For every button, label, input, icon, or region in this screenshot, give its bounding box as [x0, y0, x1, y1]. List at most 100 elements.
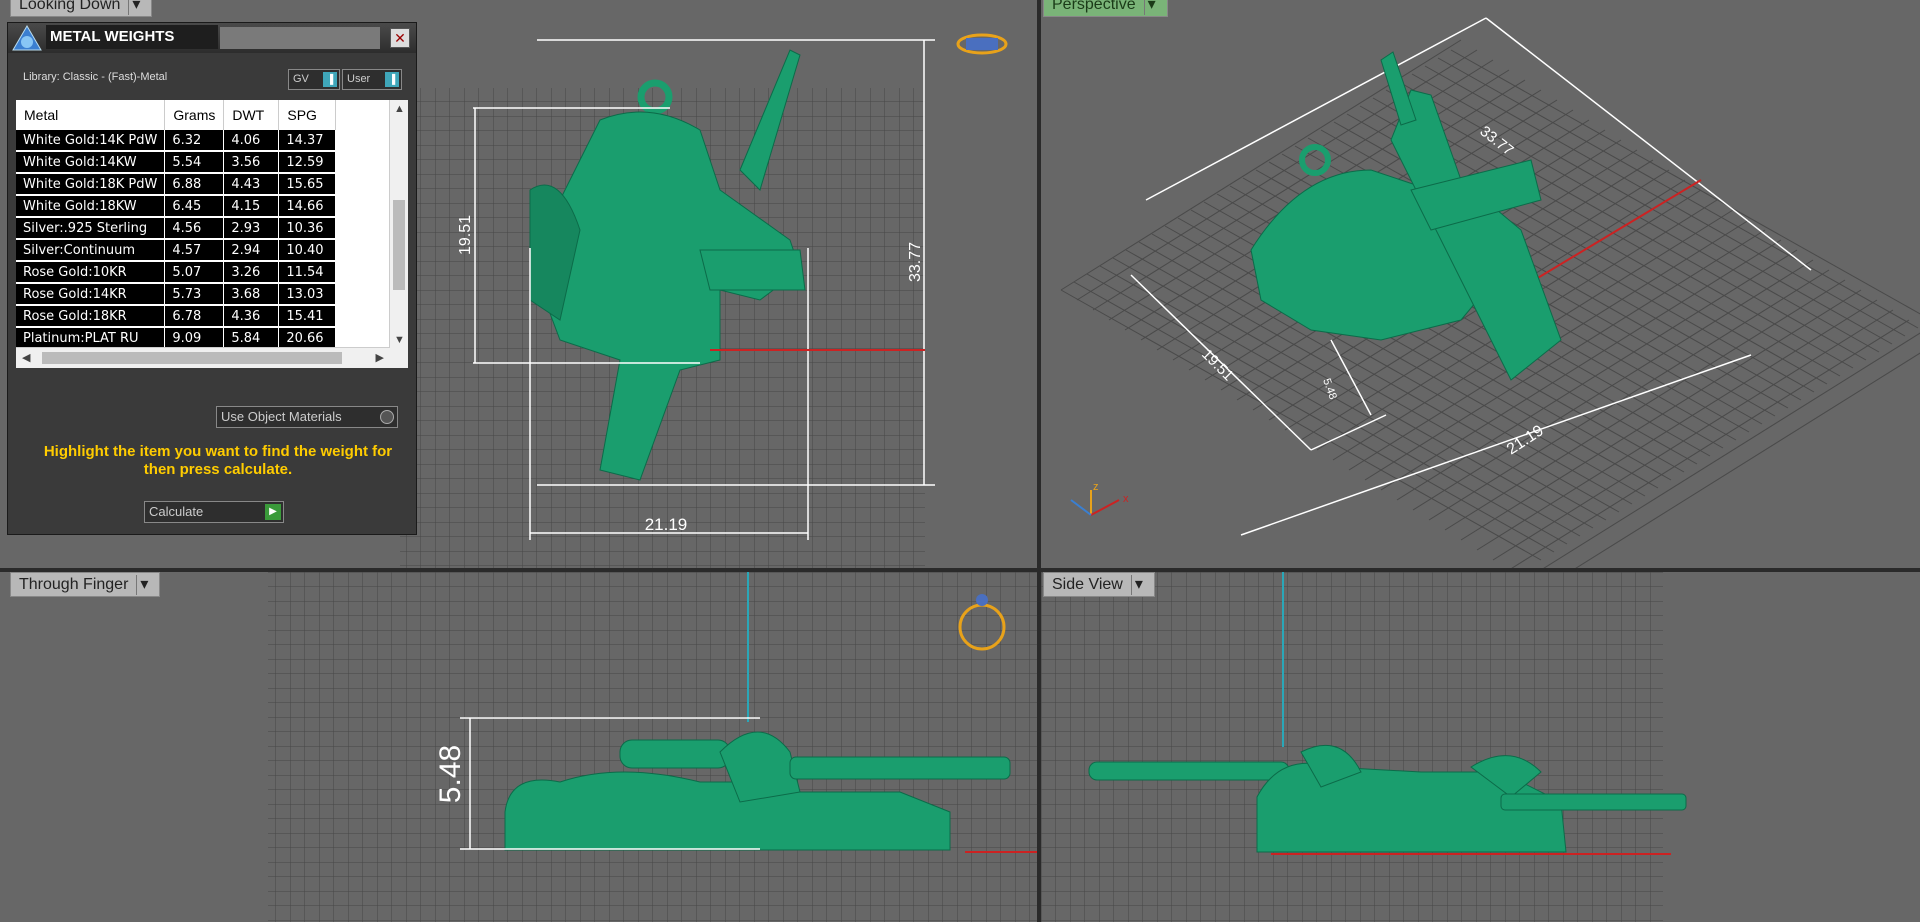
vertical-scrollbar[interactable]: ▲ ▼: [389, 100, 408, 368]
table-cell: 9.09: [164, 327, 225, 350]
viewport-label-side-view[interactable]: Side View ▾: [1043, 572, 1155, 597]
title-fill: [220, 27, 380, 49]
app-logo-icon: [12, 25, 42, 51]
table-cell: Silver:Continuum: [16, 239, 166, 262]
viewport-through-finger[interactable]: 5.48 Through Finger ▾: [0, 572, 1037, 922]
table-cell: 20.66: [278, 327, 337, 350]
table-cell: Rose Gold:14KR: [16, 283, 166, 306]
dim-depth-through-finger: 5.48: [434, 745, 467, 803]
table-cell: White Gold:18KW: [16, 195, 166, 218]
scroll-left-icon[interactable]: ◀: [22, 351, 30, 364]
table-cell: 3.56: [223, 151, 280, 174]
table-cell: Silver:.925 Sterling: [16, 217, 166, 240]
table-cell: 12.59: [278, 151, 337, 174]
svg-text:z: z: [1093, 481, 1099, 493]
svg-text:x: x: [1123, 493, 1129, 505]
chevron-down-icon[interactable]: ▾: [1143, 0, 1159, 15]
table-cell: 3.68: [223, 283, 280, 306]
view-cube-icon[interactable]: [956, 33, 1008, 55]
column-header-spg[interactable]: SPG: [278, 100, 337, 130]
table-row[interactable]: White Gold:18KW 6.45 4.15 14.66: [16, 195, 337, 218]
table-cell: 5.84: [223, 327, 280, 350]
table-cell: White Gold:14K PdW: [16, 130, 166, 152]
viewport-side-view[interactable]: Side View ▾: [1041, 572, 1920, 922]
dim-height-top: 33.77: [907, 242, 924, 282]
table-row[interactable]: Rose Gold:14KR 5.73 3.68 13.03: [16, 283, 337, 306]
table-row[interactable]: Rose Gold:10KR 5.07 3.26 11.54: [16, 261, 337, 284]
table-cell: 10.36: [278, 217, 337, 240]
viewport-label-perspective[interactable]: Perspective ▾: [1043, 0, 1168, 17]
grid-side-view: [1041, 572, 1687, 922]
table-cell: Rose Gold:10KR: [16, 261, 166, 284]
dim-depth-perspective: 5.48: [1320, 377, 1339, 401]
viewport-perspective[interactable]: 33.77 19.51 21.19 5.48 z x Perspective ▾: [1041, 0, 1920, 568]
table-cell: 5.07: [164, 261, 225, 284]
chevron-down-icon[interactable]: ▾: [136, 574, 151, 595]
table-cell: 4.56: [164, 217, 225, 240]
panel-title-bar[interactable]: METAL WEIGHTS ✕: [8, 23, 416, 53]
table-row[interactable]: White Gold:14KW 5.54 3.56 12.59: [16, 151, 337, 174]
table-cell: 11.54: [278, 261, 337, 284]
table-cell: 15.41: [278, 305, 337, 328]
dim-body-height-top: 19.51: [457, 215, 474, 255]
use-object-materials-label: Use Object Materials: [221, 409, 342, 424]
calculate-button[interactable]: Calculate ▶: [144, 501, 284, 523]
dim-height-perspective: 33.77: [1477, 123, 1517, 160]
viewport-label-text: Perspective: [1052, 0, 1136, 13]
table-cell: White Gold:14KW: [16, 151, 166, 174]
table-cell: 6.88: [164, 173, 225, 196]
play-icon: ▶: [265, 504, 281, 520]
table-cell: 14.66: [278, 195, 337, 218]
viewport-label-looking-down[interactable]: Looking Down ▾: [10, 0, 153, 17]
gv-toggle[interactable]: GV ▐: [288, 69, 340, 90]
user-toggle[interactable]: User ▐: [342, 69, 402, 90]
table-cell: 4.36: [223, 305, 280, 328]
horizontal-scrollbar[interactable]: ◀ ▶: [16, 347, 390, 368]
table-cell: 15.65: [278, 173, 337, 196]
library-label: Library: Classic - (Fast)-Metal: [23, 71, 168, 83]
table-cell: 4.15: [223, 195, 280, 218]
table-cell: 3.26: [223, 261, 280, 284]
metal-weights-panel: METAL WEIGHTS ✕ Library: Classic - (Fast…: [7, 22, 417, 535]
table-cell: White Gold:18K PdW: [16, 173, 166, 196]
viewport-label-through-finger[interactable]: Through Finger ▾: [10, 572, 161, 597]
table-row[interactable]: Silver:.925 Sterling 4.56 2.93 10.36: [16, 217, 337, 240]
table-cell: 10.40: [278, 239, 337, 262]
scroll-up-icon[interactable]: ▲: [394, 103, 405, 115]
table-row[interactable]: Silver:Continuum 4.57 2.94 10.40: [16, 239, 337, 262]
table-cell: 14.37: [278, 130, 337, 152]
table-cell: 13.03: [278, 283, 337, 306]
instruction-text: Highlight the item you want to find the …: [43, 443, 393, 478]
column-header-metal[interactable]: Metal: [16, 100, 166, 130]
table-header-row: Metal Grams DWT SPG: [16, 100, 337, 130]
table-row[interactable]: Platinum:PLAT RU 9.09 5.84 20.66: [16, 327, 337, 350]
table-row[interactable]: Rose Gold:18KR 6.78 4.36 15.41: [16, 305, 337, 328]
table-row[interactable]: White Gold:14K PdW 6.32 4.06 14.37: [16, 130, 337, 152]
table-cell: 6.45: [164, 195, 225, 218]
table-cell: 5.73: [164, 283, 225, 306]
user-toggle-label: User: [347, 73, 371, 85]
metal-table: Metal Grams DWT SPG White Gold:14K PdW 6.32 4…: [16, 100, 408, 368]
scroll-down-icon[interactable]: ▼: [394, 334, 405, 346]
grid-through-finger: 5.48: [268, 572, 1037, 922]
scroll-right-icon[interactable]: ▶: [376, 351, 384, 364]
chevron-down-icon[interactable]: ▾: [128, 0, 143, 15]
table-cell: Rose Gold:18KR: [16, 305, 166, 328]
column-header-grams[interactable]: Grams: [164, 100, 225, 130]
radio-icon[interactable]: [380, 410, 394, 424]
table-cell: 4.43: [223, 173, 280, 196]
viewport-label-text: Through Finger: [19, 576, 129, 593]
table-cell: 2.94: [223, 239, 280, 262]
table-cell: 2.93: [223, 217, 280, 240]
scroll-thumb[interactable]: [393, 200, 405, 290]
scroll-thumb[interactable]: [42, 352, 342, 364]
close-icon[interactable]: ✕: [390, 28, 410, 48]
viewport-label-text: Looking Down: [19, 0, 121, 13]
toggle-knob-icon: ▐: [385, 72, 399, 87]
table-row[interactable]: White Gold:18K PdW 6.88 4.43 15.65: [16, 173, 337, 196]
chevron-down-icon[interactable]: ▾: [1130, 574, 1146, 595]
viewport-label-text: Side View: [1052, 576, 1123, 593]
column-header-dwt[interactable]: DWT: [223, 100, 280, 130]
dim-width-top: 21.19: [645, 515, 688, 534]
use-object-materials-option[interactable]: Use Object Materials: [216, 406, 398, 428]
